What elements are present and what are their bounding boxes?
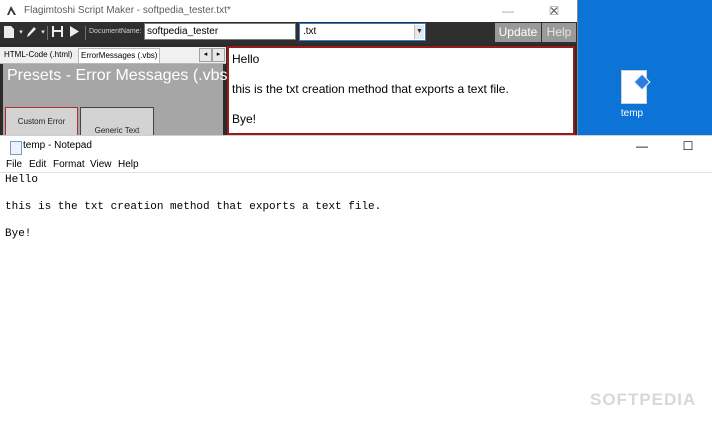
desktop-file-icon[interactable]: [621, 70, 651, 104]
custom-error-button[interactable]: Custom Error: [5, 107, 78, 137]
close-button[interactable]: ✕: [531, 0, 577, 22]
tab-error-messages[interactable]: ErrorMessages (.vbs): [78, 48, 161, 63]
tab-html-code[interactable]: HTML-Code (.html): [2, 48, 74, 62]
document-name-label: DocumentName:: [89, 28, 142, 35]
tab-strip: HTML-Code (.html) ErrorMessages (.vbs) ◂…: [0, 47, 226, 64]
presets-title: Presets - Error Messages (.vbs): [7, 67, 233, 84]
text-line: Hello: [5, 174, 39, 186]
toolbar-separator: [47, 26, 48, 40]
window-title: Flagimtoshi Script Maker - softpedia_tes…: [24, 5, 231, 16]
notepad-titlebar: temp - Notepad — ☐: [0, 136, 712, 156]
text-line: this is the txt creation method that exp…: [5, 201, 382, 213]
document-name-input[interactable]: softpedia_tester: [144, 23, 296, 40]
update-button[interactable]: Update: [495, 23, 541, 42]
help-button[interactable]: Help: [542, 23, 576, 42]
notepad-window: temp - Notepad — ☐ File Edit Format View…: [0, 135, 712, 426]
extension-select[interactable]: .txt ▼: [299, 23, 426, 41]
custom-error-label: Custom Error: [17, 117, 66, 126]
generic-text-label: Generic Text: [94, 126, 140, 135]
chevron-down-icon[interactable]: ▼: [414, 25, 424, 39]
notepad-maximize-button[interactable]: ☐: [665, 136, 711, 156]
tab-scroll-right-icon[interactable]: ▸: [212, 48, 225, 62]
script-maker-window: Flagimtoshi Script Maker - softpedia_tes…: [0, 0, 578, 137]
menu-help[interactable]: Help: [118, 159, 139, 170]
notepad-minimize-button[interactable]: —: [619, 136, 665, 156]
watermark: SOFTPEDIA: [590, 390, 697, 409]
save-icon[interactable]: [50, 25, 64, 41]
toolbar-separator: [85, 26, 86, 40]
script-maker-titlebar: Flagimtoshi Script Maker - softpedia_tes…: [0, 0, 577, 22]
script-editor[interactable]: Hello this is the txt creation method th…: [227, 46, 575, 135]
extension-value: .txt: [303, 26, 317, 37]
text-line: Bye!: [5, 228, 32, 240]
app-logo-icon: [7, 6, 16, 15]
notepad-icon: [10, 141, 22, 155]
run-play-icon[interactable]: [67, 25, 81, 41]
desktop-icon-label[interactable]: temp: [612, 108, 652, 119]
editor-line: Hello: [232, 52, 260, 66]
editor-line: Bye!: [232, 112, 257, 126]
menu-format[interactable]: Format: [53, 159, 85, 170]
menu-file[interactable]: File: [6, 159, 22, 170]
menu-view[interactable]: View: [90, 159, 112, 170]
generic-text-button[interactable]: Generic Text: [80, 107, 154, 137]
notepad-text-area[interactable]: Hello this is the txt creation method th…: [0, 172, 712, 427]
tab-scroll-left-icon[interactable]: ◂: [199, 48, 212, 62]
editor-line: this is the txt creation method that exp…: [232, 82, 509, 96]
notepad-title: temp - Notepad: [23, 140, 92, 151]
minimize-button[interactable]: —: [485, 0, 531, 22]
menu-edit[interactable]: Edit: [29, 159, 46, 170]
